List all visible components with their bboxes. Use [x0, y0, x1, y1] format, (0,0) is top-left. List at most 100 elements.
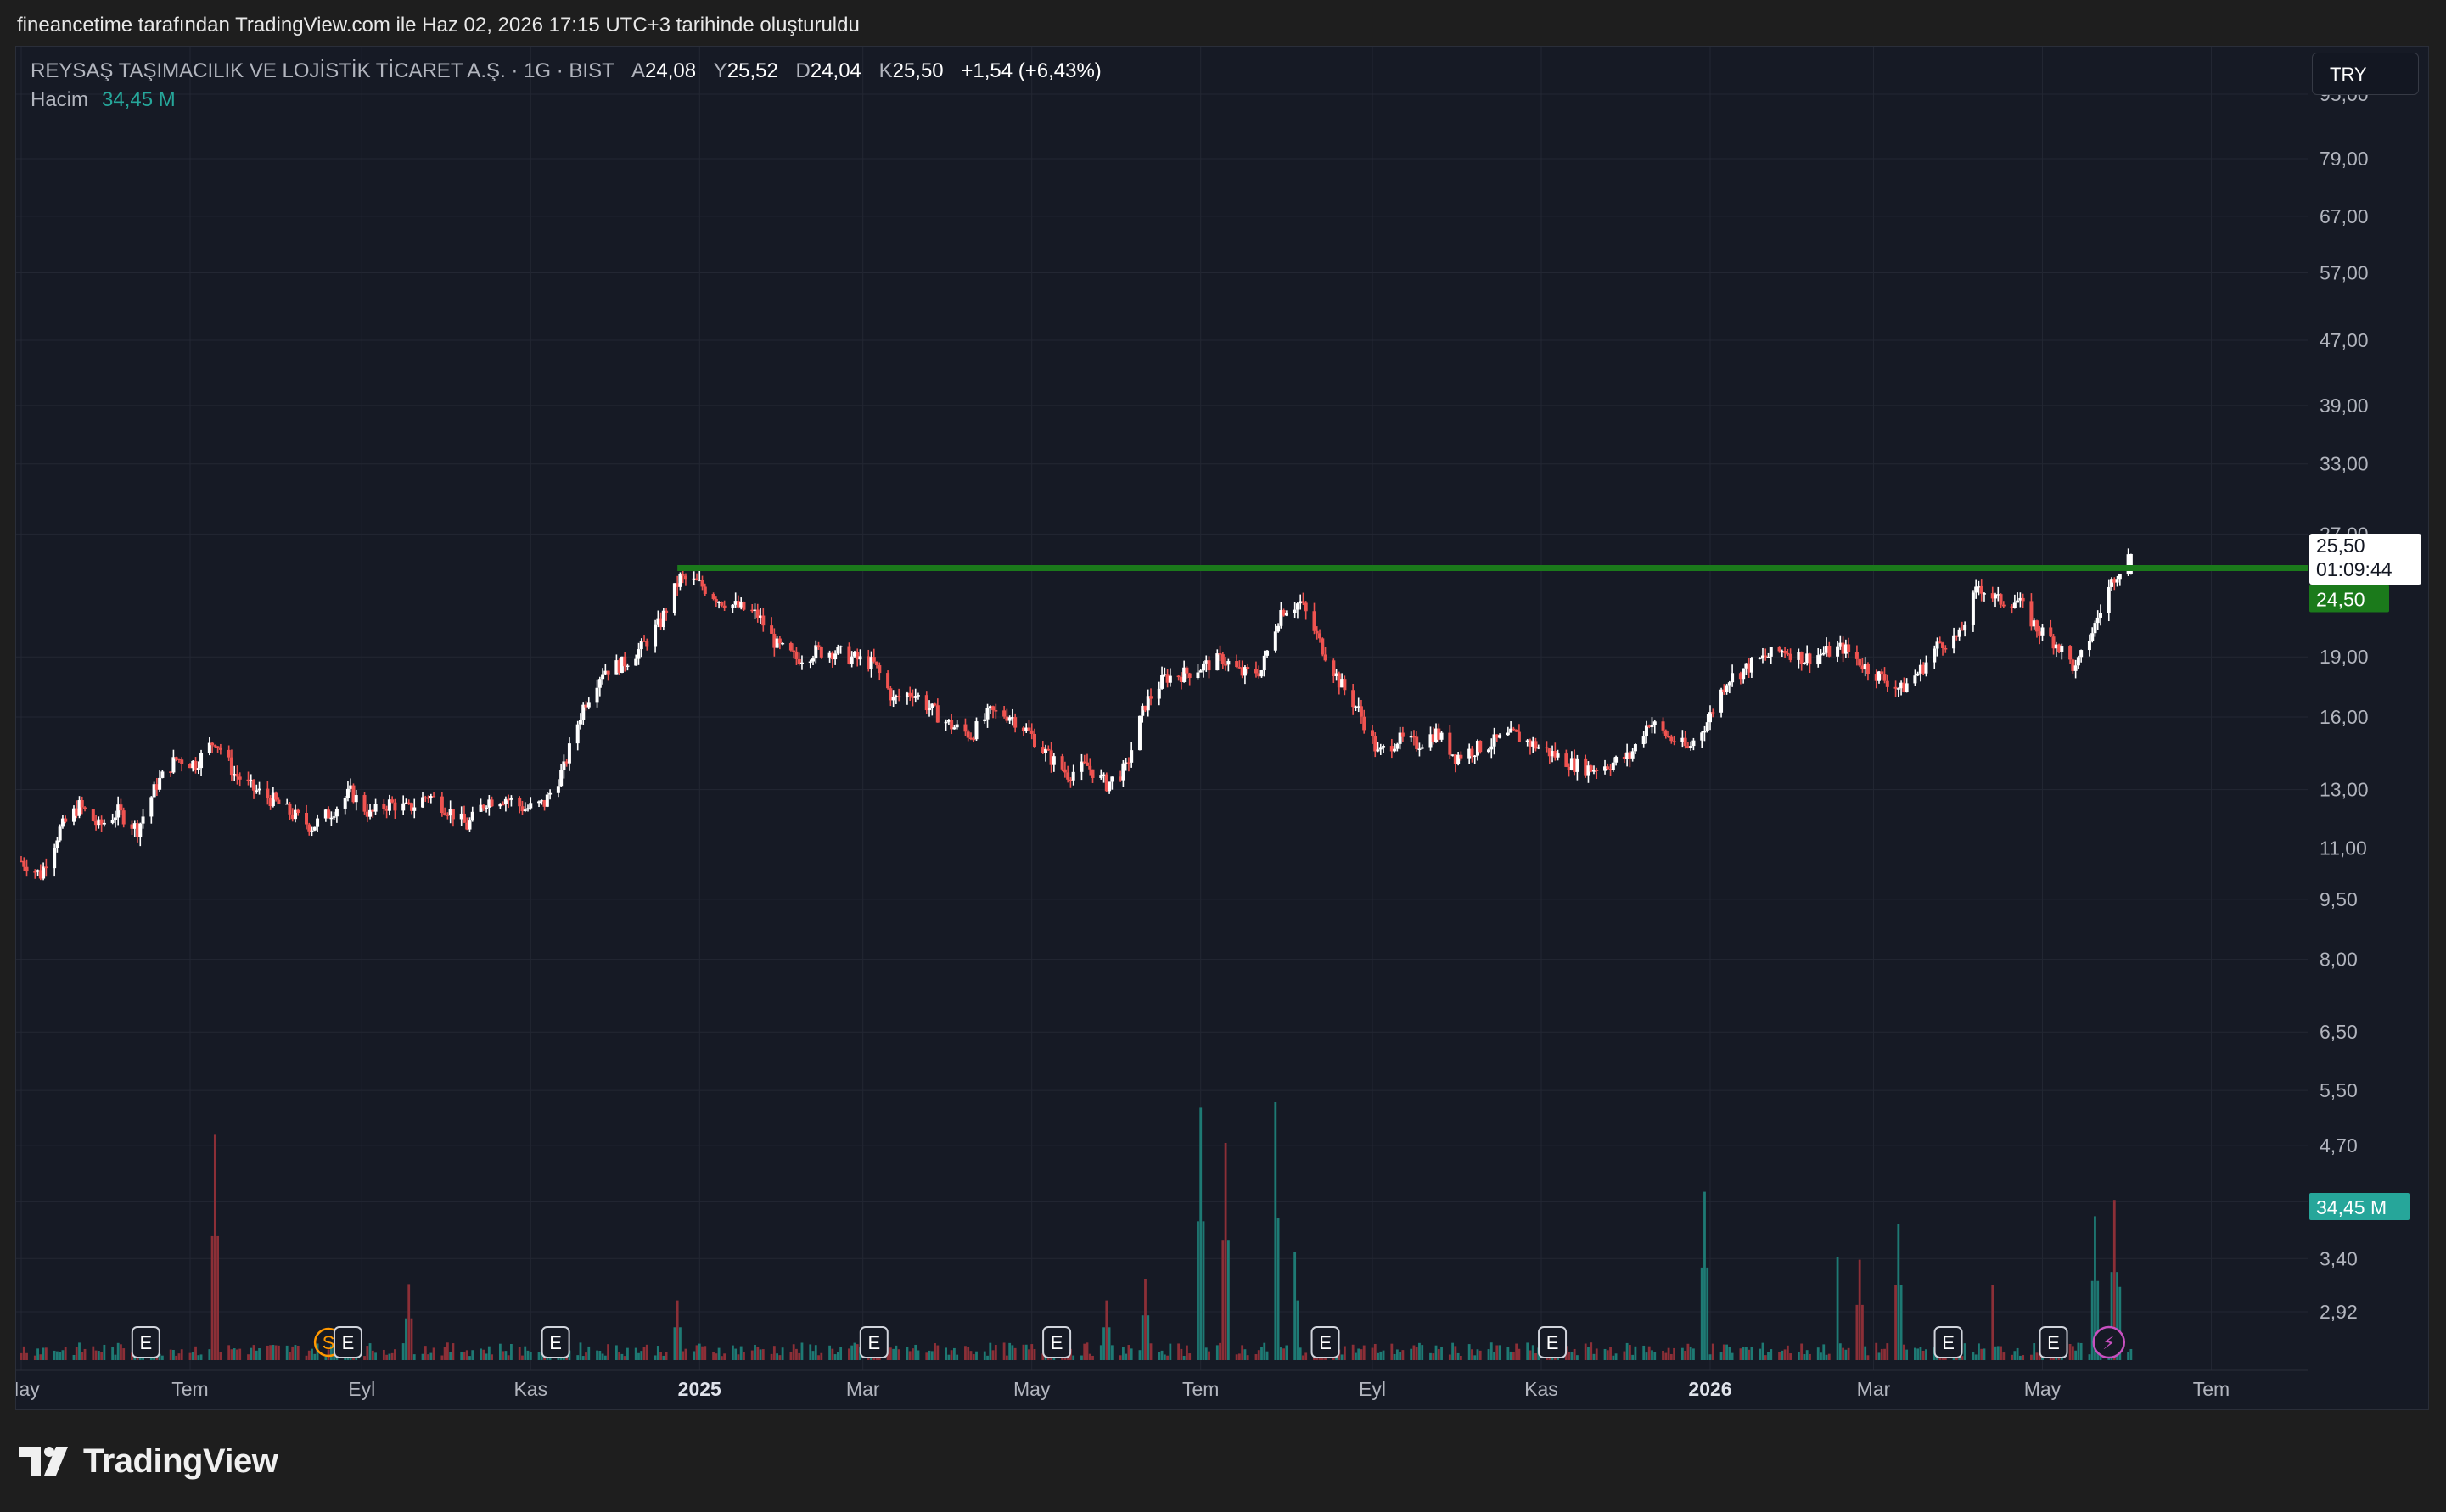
candle-body [2049, 627, 2053, 637]
volume-bar [906, 1347, 909, 1360]
volume-bar [1700, 1267, 1703, 1360]
y-tick-label: 79,00 [2320, 148, 2369, 170]
candle-body [55, 840, 59, 848]
change-value: +1,54 (+6,43%) [961, 59, 1102, 82]
volume-bar [1855, 1304, 1859, 1360]
volume-bar [307, 1350, 311, 1360]
candle-body [966, 731, 970, 738]
volume-bar [576, 1355, 580, 1360]
candle-body [1971, 592, 1975, 625]
candle-body [681, 574, 685, 576]
volume-bar [1208, 1351, 1210, 1360]
volume-bar [1827, 1353, 1831, 1360]
volume-bar [626, 1347, 629, 1360]
chart-panel[interactable]: 95,0079,0067,0057,0047,0039,0033,0027,00… [15, 46, 2429, 1410]
y-tick-label: 8,00 [2320, 949, 2358, 971]
candle-body [1157, 688, 1161, 699]
x-tick-label: Mar [846, 1378, 880, 1400]
volume-bar [1274, 1102, 1277, 1360]
volume-bar [285, 1345, 289, 1360]
candle-body [277, 799, 281, 804]
volume-bar [2022, 1355, 2025, 1360]
volume-bar [111, 1347, 115, 1360]
y-tick-label: 2,92 [2320, 1301, 2358, 1323]
candle-body [872, 657, 876, 662]
volume-bar [2033, 1343, 2036, 1360]
candle-body [661, 610, 665, 628]
volume-bar [1108, 1327, 1111, 1360]
close-label: K [878, 59, 893, 82]
candle-body [575, 724, 580, 744]
volume-bar [1603, 1348, 1607, 1360]
currency-button[interactable]: TRY [2312, 53, 2419, 95]
volume-bar [1512, 1352, 1515, 1360]
candle-body [1149, 696, 1153, 699]
candle-body [1226, 661, 1231, 665]
volume-bar [1362, 1345, 1366, 1360]
earnings-event-label: E [549, 1332, 562, 1353]
volume-bar [291, 1346, 295, 1360]
volume-bar [2071, 1346, 2074, 1360]
candle-body [819, 647, 823, 658]
volume-bar [1686, 1343, 1690, 1360]
volume-bar [485, 1353, 488, 1360]
volume-bar [1864, 1346, 1867, 1360]
volume-bar [1299, 1347, 1302, 1360]
volume-bar [828, 1345, 831, 1360]
candle-body [1027, 727, 1031, 731]
volume-bar [20, 1352, 23, 1360]
price-chart[interactable]: 95,0079,0067,0057,0047,0039,0033,0027,00… [16, 47, 2430, 1411]
candle-body [1896, 688, 1900, 690]
tradingview-wordmark: TradingView [83, 1442, 278, 1480]
symbol-title[interactable]: REYSAŞ TAŞIMACILIK VE LOJİSTİK TİCARET A… [31, 59, 614, 82]
volume-bar [750, 1350, 754, 1360]
volume-bar [371, 1350, 374, 1360]
volume-bar [1091, 1355, 1094, 1360]
x-tick-label: May [1013, 1378, 1051, 1400]
volume-bar [1285, 1345, 1288, 1360]
volume-bar [471, 1350, 474, 1360]
tradingview-logo-icon [19, 1447, 68, 1476]
x-tick-label: Mar [1857, 1378, 1891, 1400]
volume-bar [502, 1351, 505, 1360]
volume-bar [1371, 1347, 1374, 1360]
volume-bar [1534, 1353, 1537, 1360]
candle-body [1933, 648, 1937, 663]
candle-body [792, 650, 796, 652]
volume-bar [374, 1352, 377, 1360]
candle-body [1847, 644, 1851, 652]
candle-body [119, 804, 123, 811]
volume-bar [169, 1349, 172, 1360]
volume-bar [1778, 1352, 1781, 1360]
candle-body [227, 749, 231, 758]
volume-bar [1276, 1218, 1280, 1360]
volume-bar [1805, 1350, 1809, 1360]
volume-bar [1125, 1353, 1128, 1360]
volume-bar [1529, 1350, 1532, 1360]
volume-bar [693, 1351, 696, 1360]
volume-bar [61, 1350, 65, 1360]
volume-bar [432, 1347, 435, 1360]
volume-bar [296, 1345, 300, 1360]
tradingview-logo[interactable]: TradingView [19, 1441, 278, 1481]
volume-bar [717, 1347, 721, 1360]
volume-bar [1204, 1347, 1208, 1360]
volume-bar [811, 1351, 815, 1360]
candle-body [1295, 603, 1299, 610]
volume-bar [781, 1347, 784, 1360]
volume-bar [1088, 1353, 1091, 1360]
volume-bar [1478, 1350, 1482, 1360]
candle-body [2076, 657, 2080, 666]
volume-bar [1961, 1356, 1964, 1360]
volume-bar [1809, 1353, 1811, 1360]
candle-body [1420, 747, 1424, 749]
volume-label[interactable]: Hacim [31, 88, 88, 111]
volume-bar [934, 1343, 936, 1360]
volume-bar [1226, 1240, 1230, 1360]
volume-bar [160, 1355, 164, 1360]
symbol-legend: REYSAŞ TAŞIMACILIK VE LOJİSTİK TİCARET A… [31, 59, 1102, 83]
candle-body [180, 759, 184, 764]
volume-bar [704, 1346, 707, 1360]
candle-body [1343, 679, 1347, 691]
volume-bar [1410, 1348, 1413, 1360]
